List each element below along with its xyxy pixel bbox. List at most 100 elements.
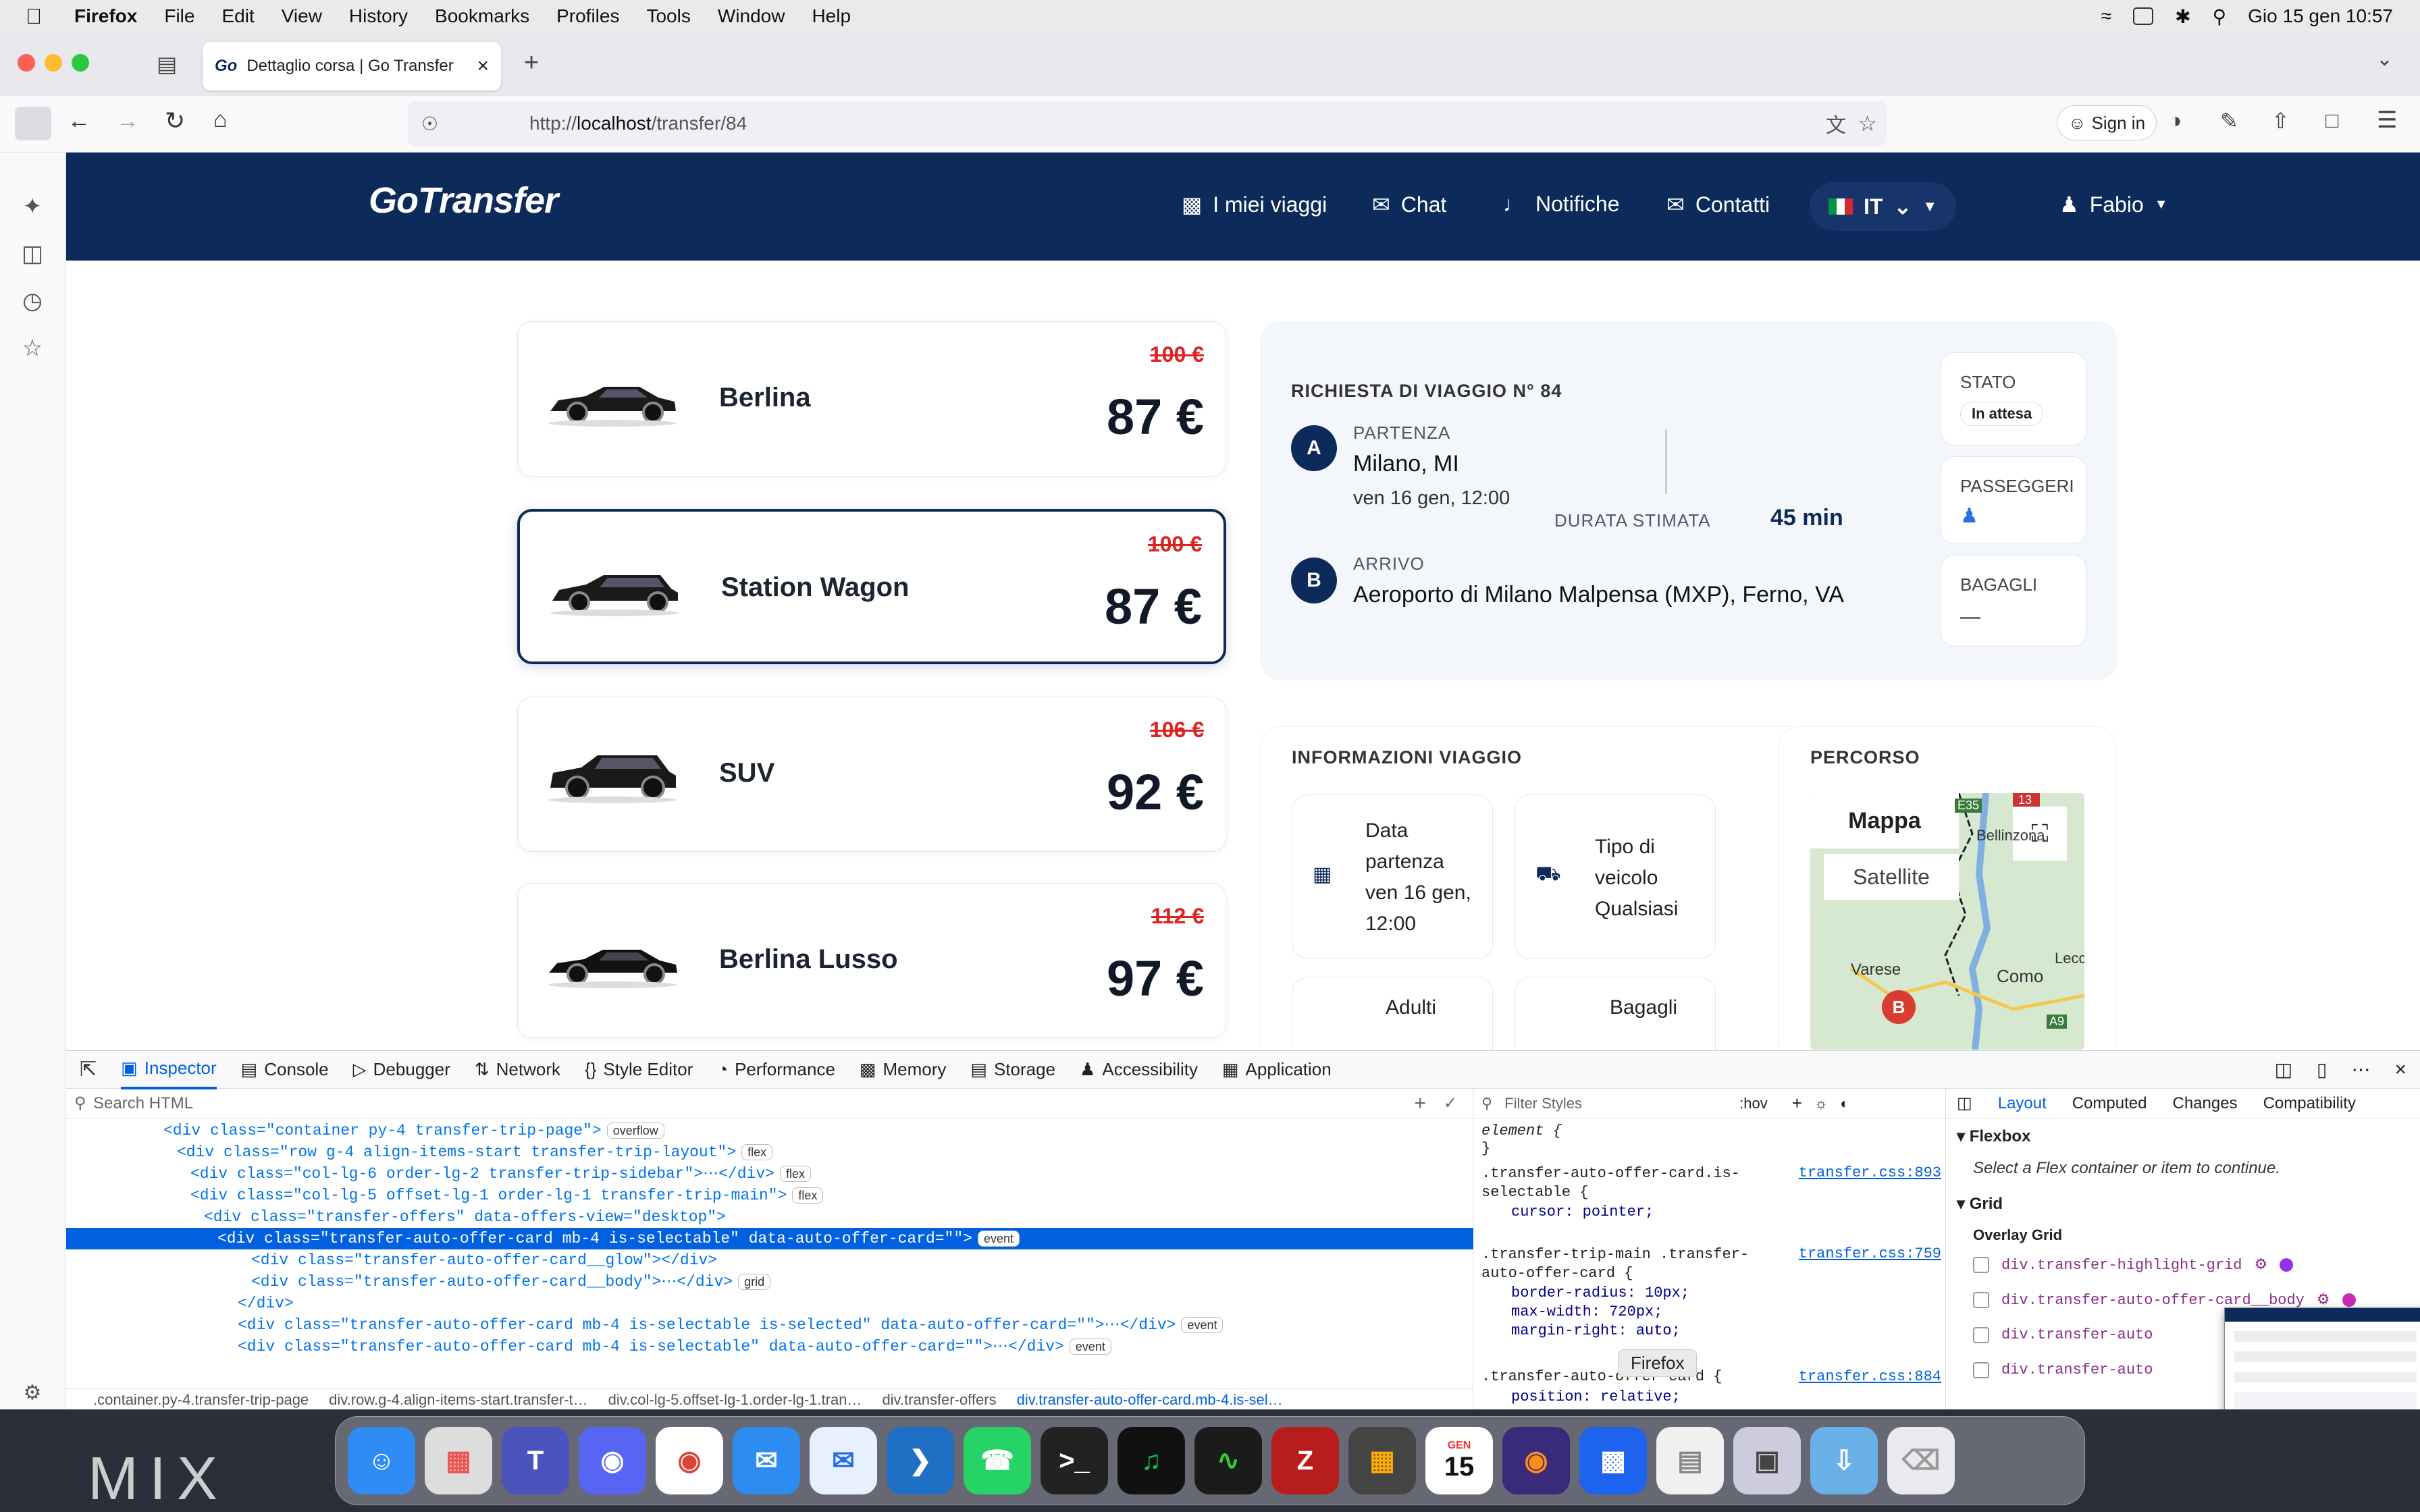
flexbox-section-title[interactable]: ▾ Flexbox [1957, 1127, 2030, 1146]
checkbox[interactable] [1973, 1292, 1989, 1308]
trash-icon[interactable]: ⌫ [1887, 1427, 1955, 1494]
spotify-icon[interactable]: ♫ [1117, 1427, 1185, 1494]
customize-gear-icon[interactable]: ⚙ [18, 1381, 47, 1409]
rule-source-link[interactable]: transfer.css:759 [1799, 1245, 1941, 1262]
grid-section-title[interactable]: ▾ Grid [1957, 1194, 2003, 1214]
rule-source-link[interactable]: transfer.css:893 [1799, 1164, 1941, 1181]
menu-view[interactable]: View [282, 5, 322, 27]
downloads-folder-icon[interactable]: ⇩ [1810, 1427, 1878, 1494]
offer-card-selected[interactable]: Station Wagon 100 € 87 € [517, 509, 1226, 664]
tab-changes[interactable]: Changes [2172, 1094, 2237, 1113]
clock[interactable]: Gio 15 gen 10:57 [2248, 5, 2393, 27]
gear-icon[interactable]: ⚙ [2317, 1291, 2330, 1309]
add-node-icon[interactable]: + [1414, 1092, 1426, 1115]
html-line[interactable]: <div class="col-lg-5 offset-lg-1 order-l… [66, 1185, 1473, 1206]
menu-tools[interactable]: Tools [646, 5, 690, 27]
menu-history[interactable]: History [349, 5, 408, 27]
rule-selector[interactable]: element { [1481, 1123, 1562, 1139]
breadcrumb-item[interactable]: div.transfer-offers [882, 1391, 996, 1409]
tab-network[interactable]: ⇅ Network [475, 1059, 560, 1080]
breadcrumb-item[interactable]: div.col-lg-5.offset-lg-1.order-lg-1.tran… [608, 1391, 862, 1409]
tab-memory[interactable]: ▩ Memory [860, 1059, 946, 1080]
tab-style-editor[interactable]: {} Style Editor [585, 1059, 693, 1080]
node-badge[interactable]: flex [792, 1187, 824, 1204]
extensions-icon[interactable]: ✎ [2220, 108, 2238, 134]
html-line[interactable]: <div class="transfer-auto-offer-card__gl… [66, 1249, 1473, 1271]
tab-accessibility[interactable]: ♟ Accessibility [1080, 1059, 1198, 1080]
html-line[interactable]: <div class="transfer-auto-offer-card mb-… [66, 1314, 1473, 1336]
mail-icon[interactable]: ✉ [733, 1427, 800, 1494]
breadcrumb-item-active[interactable]: div.transfer-auto-offer-card.mb-4.is-sel… [1017, 1391, 1283, 1409]
grid-row[interactable]: div.transfer-auto-offer-card__body ⚙ [1973, 1291, 2356, 1309]
tab-debugger[interactable]: ▷ Debugger [353, 1059, 450, 1080]
finder-icon[interactable]: ☺ [348, 1427, 415, 1494]
back-icon[interactable]: ← [68, 108, 90, 134]
filter-styles-input[interactable]: Filter Styles [1504, 1095, 1727, 1112]
menu-file[interactable]: File [164, 5, 194, 27]
checkbox[interactable] [1973, 1257, 1989, 1273]
rule-selector[interactable]: .transfer-trip-main .transfer-auto-offer… [1481, 1245, 1779, 1283]
dock-side-icon[interactable]: ◫ [2275, 1058, 2292, 1081]
app-menu-icon[interactable]: ☰ [2377, 107, 2397, 134]
zoom-window-button[interactable] [72, 54, 89, 72]
rule-property[interactable]: max-width: 720px; [1511, 1303, 1662, 1320]
search-icon[interactable]: ⚲ [2213, 5, 2227, 28]
new-tab-button[interactable]: + [524, 49, 539, 78]
close-devtools-icon[interactable]: × [2394, 1058, 2406, 1081]
rule-property[interactable]: position: relative; [1511, 1388, 1681, 1405]
offer-card[interactable]: SUV 106 € 92 € [517, 697, 1226, 852]
breadcrumb-item[interactable]: div.row.g-4.align-items-start.transfer-t… [329, 1391, 587, 1409]
node-badge[interactable]: flex [741, 1144, 773, 1160]
rule-property[interactable]: margin-right: auto; [1511, 1322, 1681, 1339]
html-line[interactable]: <div class="transfer-auto-offer-card mb-… [66, 1336, 1473, 1357]
tab-storage[interactable]: ▤ Storage [970, 1059, 1055, 1080]
sidebar-toggle-icon[interactable]: ◫ [1957, 1094, 1972, 1113]
html-line[interactable]: <div class="col-lg-6 order-lg-2 transfer… [66, 1163, 1473, 1185]
menu-bookmarks[interactable]: Bookmarks [435, 5, 529, 27]
translate-icon[interactable]: 文 [1826, 109, 1846, 138]
node-badge[interactable]: event [1069, 1339, 1111, 1355]
bookmark-star-icon[interactable]: ☆ [1858, 111, 1877, 136]
screenshot-thumbnail[interactable] [2224, 1307, 2420, 1409]
thunderbird-icon[interactable]: ✉ [810, 1427, 877, 1494]
minimize-window-button[interactable] [45, 54, 62, 72]
history-icon[interactable]: ◷ [18, 288, 47, 317]
tab-compatibility[interactable]: Compatibility [2263, 1094, 2356, 1113]
breadcrumb-item[interactable]: .container.py-4.transfer-trip-page [93, 1391, 309, 1409]
tab-inspector[interactable]: ▣ Inspector [121, 1050, 217, 1089]
tab-application[interactable]: ▦ Application [1222, 1059, 1332, 1080]
eyedropper-icon[interactable]: ✓ [1444, 1094, 1457, 1113]
terminal-icon[interactable]: >_ [1041, 1427, 1108, 1494]
extension-icon[interactable]: ◑ [2169, 108, 2182, 133]
grid-row[interactable]: div.transfer-auto [1973, 1361, 2153, 1378]
chrome-icon[interactable]: ◉ [656, 1427, 723, 1494]
tab-performance[interactable]: ◔ Performance [717, 1059, 835, 1080]
tab-computed[interactable]: Computed [2072, 1094, 2147, 1113]
map-pin-b[interactable]: B [1882, 990, 1916, 1024]
apple-icon[interactable]:  [26, 4, 42, 29]
teams-icon[interactable]: T [502, 1427, 569, 1494]
color-swatch[interactable] [2280, 1258, 2294, 1272]
node-badge[interactable]: event [977, 1231, 1020, 1247]
filezilla-icon[interactable]: Z [1271, 1427, 1339, 1494]
close-window-button[interactable] [18, 54, 35, 72]
battery-icon[interactable] [2133, 7, 2154, 25]
rule-selector[interactable]: .transfer-auto-offer-card.is-selectable … [1481, 1164, 1779, 1202]
forward-icon[interactable]: → [116, 108, 139, 134]
nav-notifications[interactable]: ♩ Notifiche [1503, 192, 1620, 217]
home-icon[interactable]: ⌂ [213, 107, 228, 133]
html-line[interactable]: <div class="container py-4 transfer-trip… [66, 1120, 1473, 1141]
url-bar[interactable]: http://localhost/transfer/84 ☉ 文 ☆ [408, 101, 1887, 146]
language-selector[interactable]: IT ⌄ ▼ [1810, 182, 1957, 231]
html-line[interactable]: <div class="transfer-offers" data-offers… [66, 1206, 1473, 1228]
grid-row[interactable]: div.transfer-highlight-grid ⚙ [1973, 1256, 2294, 1274]
html-line[interactable]: </div> [66, 1293, 1473, 1314]
offer-card[interactable]: Berlina 100 € 87 € [517, 321, 1226, 477]
menu-profiles[interactable]: Profiles [556, 5, 619, 27]
offer-card[interactable]: Berlina Lusso 112 € 97 € [517, 883, 1226, 1038]
discord-icon[interactable]: ◉ [579, 1427, 646, 1494]
tab-console[interactable]: ▤ Console [241, 1059, 329, 1080]
list-tabs-icon[interactable]: ⌄ [2376, 47, 2393, 71]
node-badge[interactable]: grid [738, 1274, 771, 1290]
reload-icon[interactable]: ↻ [165, 107, 185, 135]
